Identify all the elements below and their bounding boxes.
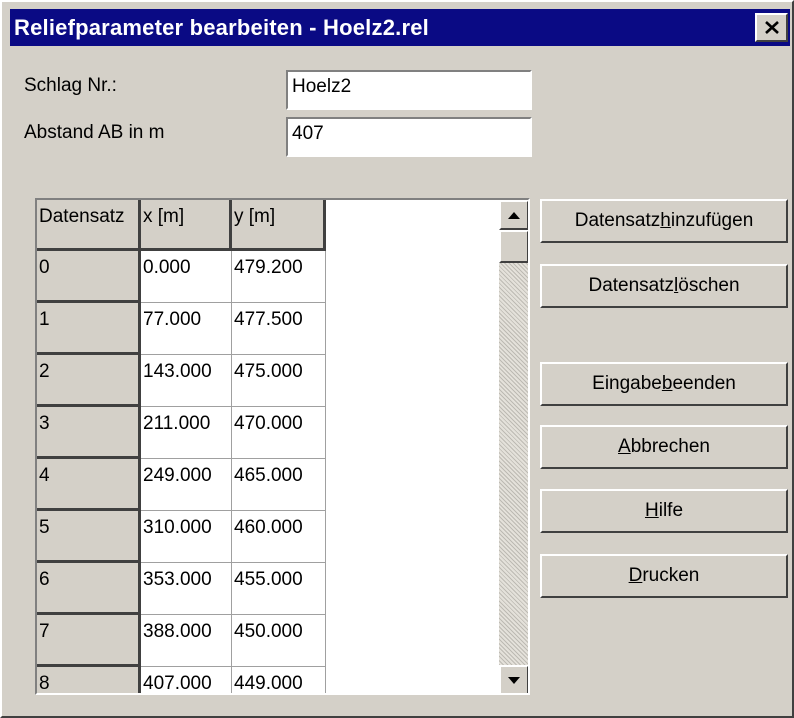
- table-cell[interactable]: 310.000: [141, 511, 232, 563]
- table-cell[interactable]: 477.500: [232, 303, 326, 355]
- column-header[interactable]: x [m]: [141, 200, 232, 251]
- abstand-input[interactable]: 407: [286, 117, 532, 157]
- row-header[interactable]: 4: [37, 459, 141, 511]
- table-cell[interactable]: 470.000: [232, 407, 326, 459]
- add-record-button[interactable]: Datensatz h inzufügen: [540, 199, 788, 243]
- schlag-label: Schlag Nr.:: [24, 75, 117, 96]
- row-header[interactable]: 3: [37, 407, 141, 459]
- close-button[interactable]: [755, 13, 788, 42]
- cancel-button[interactable]: Abbrechen: [540, 425, 788, 469]
- vertical-scrollbar[interactable]: [499, 200, 528, 693]
- finish-input-button[interactable]: Eingabe b eenden: [540, 362, 788, 406]
- print-button[interactable]: Drucken: [540, 554, 788, 598]
- help-button[interactable]: Hilfe: [540, 489, 788, 533]
- row-header[interactable]: 6: [37, 563, 141, 615]
- row-header[interactable]: 8: [37, 667, 141, 693]
- table-cell[interactable]: 407.000: [141, 667, 232, 693]
- table-cell[interactable]: 455.000: [232, 563, 326, 615]
- row-header[interactable]: 1: [37, 303, 141, 355]
- title-bar[interactable]: Reliefparameter bearbeiten - Hoelz2.rel: [10, 9, 790, 46]
- row-header[interactable]: 0: [37, 251, 141, 303]
- column-header[interactable]: Datensatz: [37, 200, 141, 251]
- table-cell[interactable]: 249.000: [141, 459, 232, 511]
- table-cell[interactable]: 475.000: [232, 355, 326, 407]
- table-cell[interactable]: 353.000: [141, 563, 232, 615]
- table-cell[interactable]: 0.000: [141, 251, 232, 303]
- scroll-thumb[interactable]: [499, 230, 528, 263]
- row-header[interactable]: 5: [37, 511, 141, 563]
- table-cell[interactable]: 143.000: [141, 355, 232, 407]
- row-header[interactable]: 7: [37, 615, 141, 667]
- delete-record-button[interactable]: Datensatz l öschen: [540, 264, 788, 308]
- table-cell[interactable]: 479.200: [232, 251, 326, 303]
- column-header[interactable]: y [m]: [232, 200, 326, 251]
- schlag-input[interactable]: Hoelz2: [286, 70, 532, 110]
- table-cell[interactable]: 465.000: [232, 459, 326, 511]
- table-cell[interactable]: 460.000: [232, 511, 326, 563]
- scroll-up-button[interactable]: [499, 200, 528, 230]
- table-cell[interactable]: 388.000: [141, 615, 232, 667]
- table-cell[interactable]: 77.000: [141, 303, 232, 355]
- close-icon: [764, 21, 779, 34]
- window-title: Reliefparameter bearbeiten - Hoelz2.rel: [14, 15, 429, 40]
- row-header[interactable]: 2: [37, 355, 141, 407]
- scroll-down-button[interactable]: [499, 665, 528, 693]
- dialog-window: Reliefparameter bearbeiten - Hoelz2.rel …: [0, 0, 794, 718]
- arrow-down-icon: [508, 676, 520, 684]
- arrow-up-icon: [508, 211, 520, 219]
- table-cell[interactable]: 450.000: [232, 615, 326, 667]
- table-cell[interactable]: 449.000: [232, 667, 326, 693]
- table-cell[interactable]: 211.000: [141, 407, 232, 459]
- data-grid[interactable]: Datensatz x [m] y [m] 0 0.000 479.200 1 77.000 4…: [35, 198, 530, 695]
- abstand-label: Abstand AB in m: [24, 122, 165, 143]
